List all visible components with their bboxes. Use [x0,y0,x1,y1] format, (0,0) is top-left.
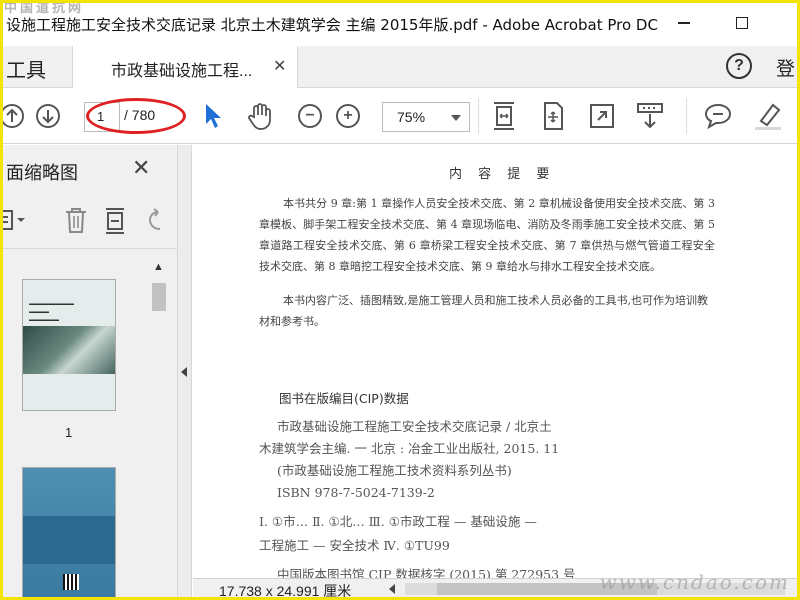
tab-close-icon[interactable]: ✕ [273,56,286,76]
window-title: 设施工程施工安全技术交底记录 北京土木建筑学会 主编 2015年版.pdf - … [6,16,658,34]
cip-record: 市政基础设施工程施工安全技术交底记录 / 北京土 木建筑学会主编. 一 北京 :… [259,416,729,504]
tab-document-label: 市政基础设施工程... [111,63,253,80]
highlight-button[interactable] [752,100,784,132]
class-line: 工程施工 — 安全技术 Ⅳ. ①TU99 [259,538,450,553]
plus-circle-icon: + [336,104,360,128]
watermark-top: 中国道抗网 [4,1,85,16]
minimize-button[interactable] [664,8,704,38]
class-line: Ⅰ. ①市… Ⅱ. ①北… Ⅲ. ①市政工程 — 基础设施 — [259,514,537,529]
annotation-ellipse [86,98,186,134]
expand-icon [590,104,614,128]
select-tool-button[interactable] [196,100,228,132]
scroll-mode-button[interactable] [634,100,666,132]
cip-line: ISBN 978-7-5024-7139-2 [277,485,435,500]
watermark-bottom: www.cndao.com [599,570,790,594]
toolbar-divider [686,98,687,134]
scroll-left-icon[interactable] [389,584,395,594]
next-page-button[interactable] [32,100,64,132]
zoom-dropdown[interactable]: 75% [382,102,470,132]
full-screen-button[interactable] [586,100,618,132]
fit-width-button[interactable] [488,100,520,132]
page-thumbnail[interactable]: ▬▬▬▬▬▬▬▬▬ ▬▬▬▬ ▬▬▬▬▬▬ [22,279,116,411]
cip-line: 木建筑学会主编. 一 北京 : 冶金工业出版社, 2015. 11 [259,441,560,456]
thumbnail-cover-band [23,516,115,564]
cip-classification: Ⅰ. ①市… Ⅱ. ①北… Ⅲ. ①市政工程 — 基础设施 — 工程施工 — 安… [259,510,729,558]
scrollbar-thumb[interactable] [152,283,166,311]
zoom-value: 75% [397,109,426,125]
scroll-down-icon [637,103,663,129]
thumbnail-options-button[interactable] [0,207,30,238]
toolbar-divider [478,98,479,134]
highlighter-icon [755,103,781,130]
cip-line: (市政基础设施工程施工技术资料系列丛书) [277,463,512,478]
fit-width-icon [494,102,514,130]
fit-page-icon [544,102,563,130]
fit-page-button[interactable] [537,100,569,132]
thumbnail-cover-text: ▬▬▬▬▬▬▬▬▬ ▬▬▬▬ ▬▬▬▬▬▬ [29,301,74,323]
hand-icon [248,103,271,130]
comment-button[interactable] [702,100,734,132]
arrow-down-circle-icon [36,104,60,128]
cursor-arrow-icon [206,104,221,128]
cip-title: 图书在版编目(CIP)数据 [279,391,409,406]
minimize-icon [678,22,690,24]
rotate-icon [148,208,161,230]
login-link[interactable]: 登 [776,54,795,81]
hand-tool-button[interactable] [244,100,276,132]
summary-paragraph-2: 本书内容广泛、插图精致,是施工管理人员和施工技术人员必备的工具书,也可作为培训教… [259,294,708,328]
thumbnail-pane-title: 面缩略图 [6,163,78,183]
extract-page-button[interactable] [102,205,130,240]
window-titlebar: 设施工程施工安全技术交底记录 北京土木建筑学会 主编 2015年版.pdf - … [0,0,800,46]
previous-page-button[interactable] [0,100,28,132]
pdf-page: 内 容 提 要 本书共分 9 章:第 1 章操作人员安全技术交底、第 2 章机械… [193,145,800,600]
arrow-up-circle-icon [0,104,24,128]
maximize-button[interactable] [722,8,762,38]
thumbnail-pane: 面缩略图 ✕ ▬▬▬▬▬▬▬▬▬ ▬▬▬▬ ▬▬▬▬▬▬ 1 ▲ [0,145,178,600]
thumbnail-scrollbar[interactable]: ▲ [150,257,168,597]
minus-circle-icon: − [298,104,322,128]
close-pane-icon[interactable]: ✕ [132,155,150,181]
extract-page-icon [106,208,124,234]
thumbnail-cover-image [23,326,115,374]
collapse-pane-icon[interactable] [181,367,187,377]
page-dimensions: 17.738 x 24.991 厘米 [219,583,352,599]
options-menu-icon [0,210,25,230]
tab-document[interactable]: 市政基础设施工程... ✕ [73,46,298,89]
zoom-in-button[interactable]: + [332,100,364,132]
pane-splitter[interactable] [178,145,192,600]
help-icon[interactable]: ? [726,53,752,79]
scroll-up-icon[interactable]: ▲ [153,261,164,273]
delete-page-button[interactable] [62,205,90,240]
thumbnail-toolbar [0,197,178,249]
thumbnail-page-label: 1 [65,425,73,440]
cip-line: 市政基础设施工程施工安全技术交底记录 / 北京土 [277,419,552,434]
barcode-icon [63,574,79,590]
trash-icon [66,208,86,233]
tab-bar: 工具 市政基础设施工程... ✕ ? 登 [0,46,800,89]
comment-icon [704,103,732,130]
document-view[interactable]: 内 容 提 要 本书共分 9 章:第 1 章操作人员安全技术交底、第 2 章机械… [193,145,800,600]
chevron-down-icon [451,115,461,121]
summary-paragraph: 本书共分 9 章:第 1 章操作人员安全技术交底、第 2 章机械设备使用安全技术… [259,197,715,273]
tab-tools[interactable]: 工具 [6,54,46,83]
page-heading: 内 容 提 要 [449,167,556,182]
rotate-page-button[interactable] [144,207,168,238]
page-thumbnail[interactable] [22,467,116,600]
zoom-out-button[interactable]: − [294,100,326,132]
maximize-icon [736,17,748,29]
